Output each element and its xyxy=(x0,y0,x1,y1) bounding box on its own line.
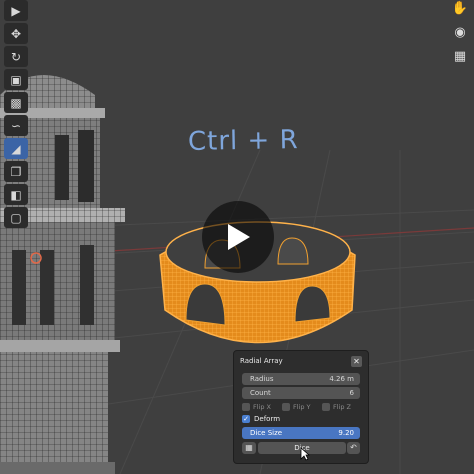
undo-icon[interactable]: ↶ xyxy=(347,442,360,454)
count-label: Count xyxy=(250,389,271,397)
rotate-icon[interactable]: ↻ xyxy=(4,46,28,67)
mouse-cursor-icon xyxy=(300,447,310,461)
annotation-text: Ctrl + R xyxy=(187,125,299,157)
tool-shelf: ▶ ✥ ↻ ▣ ▩ ∽ ◢ ❐ ◧ ▢ xyxy=(4,0,30,228)
dice-size-value: 9.20 xyxy=(338,429,354,437)
flip-z-checkbox[interactable]: Flip Z xyxy=(322,402,351,412)
transform-icon[interactable]: ▩ xyxy=(4,92,28,113)
camera-icon[interactable]: ◉ xyxy=(454,24,465,42)
flip-z-box xyxy=(322,403,330,411)
flip-x-checkbox[interactable]: Flip X xyxy=(242,402,271,412)
radius-field[interactable]: Radius 4.26 m xyxy=(242,373,360,385)
dice-size-label: Dice Size xyxy=(250,429,283,437)
play-icon xyxy=(228,224,250,250)
dice-size-field[interactable]: Dice Size 9.20 xyxy=(242,427,360,439)
checkmark-icon: ✓ xyxy=(242,415,250,423)
flip-x-box xyxy=(242,403,250,411)
grid-view-icon[interactable]: ▦ xyxy=(454,48,466,66)
flip-z-label: Flip Z xyxy=(333,403,351,411)
flip-x-label: Flip X xyxy=(253,403,271,411)
flip-y-box xyxy=(282,403,290,411)
extrude-icon[interactable]: ◧ xyxy=(4,184,28,205)
radius-label: Radius xyxy=(250,375,274,383)
annotate-icon[interactable]: ∽ xyxy=(4,115,28,136)
flip-y-checkbox[interactable]: Flip Y xyxy=(282,402,311,412)
navigation-gizmo: ✋ ◉ ▦ xyxy=(450,0,470,66)
move-icon[interactable]: ✥ xyxy=(4,23,28,44)
select-icon[interactable]: ▶ xyxy=(4,0,28,21)
measure-icon[interactable]: ◢ xyxy=(4,138,28,159)
play-button[interactable] xyxy=(202,201,274,273)
deform-checkbox[interactable]: ✓ Deform xyxy=(242,415,280,423)
add-cube-icon[interactable]: ❐ xyxy=(4,161,28,182)
hand-icon[interactable]: ✋ xyxy=(452,0,468,18)
deform-label: Deform xyxy=(254,415,281,423)
radius-value: 4.26 m xyxy=(329,375,354,383)
count-field[interactable]: Count 6 xyxy=(242,387,360,399)
count-value: 6 xyxy=(349,389,354,397)
scale-icon[interactable]: ▣ xyxy=(4,69,28,90)
grid-icon[interactable]: ▦ xyxy=(242,442,256,454)
inset-icon[interactable]: ▢ xyxy=(4,207,28,228)
flip-y-label: Flip Y xyxy=(293,403,311,411)
panel-title: Radial Array xyxy=(240,357,283,365)
close-button[interactable]: ✕ xyxy=(351,356,362,367)
